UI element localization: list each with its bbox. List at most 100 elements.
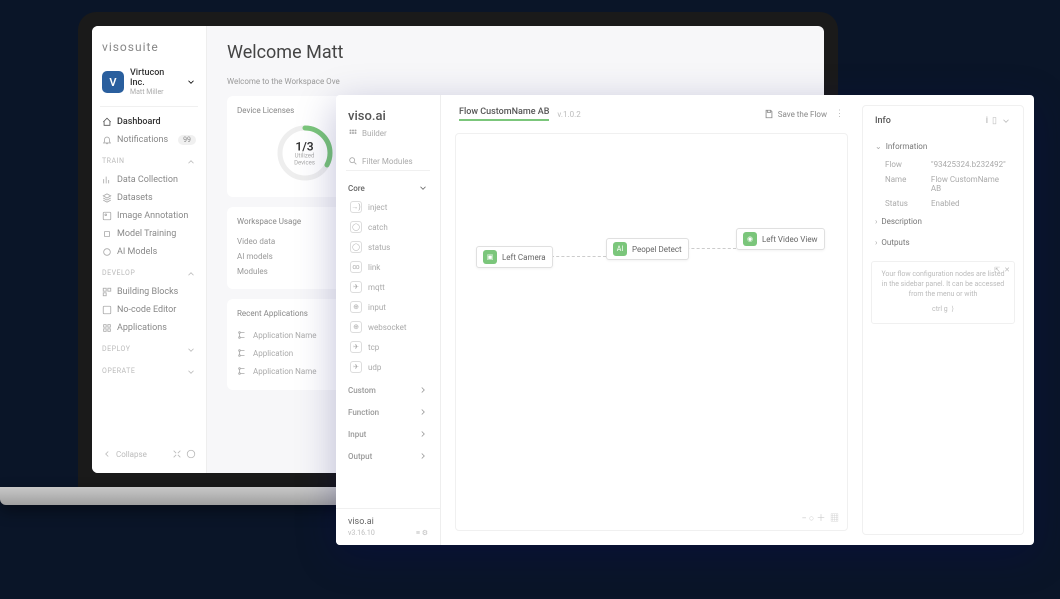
chevron-down-icon bbox=[186, 367, 196, 377]
module-input[interactable]: ⊕input bbox=[336, 297, 440, 317]
pin-icon[interactable]: ⇱ bbox=[994, 266, 1000, 276]
nav-label: Dashboard bbox=[117, 117, 161, 127]
node-people-detect[interactable]: AIPeopel Detect bbox=[606, 238, 689, 260]
section-custom[interactable]: Custom bbox=[336, 377, 440, 399]
info-section-description[interactable]: ›Description bbox=[863, 211, 1023, 232]
filter-modules-input[interactable]: Filter Modules bbox=[346, 152, 430, 171]
module-mqtt[interactable]: ✈mqtt bbox=[336, 277, 440, 297]
edge bbox=[551, 256, 606, 257]
brain-icon bbox=[102, 247, 112, 257]
builder-window: viso.ai Builder Filter Modules Core →)in… bbox=[336, 95, 1034, 545]
status-icon: ◯ bbox=[350, 241, 362, 253]
org-switcher[interactable]: V Virtucon Inc. Matt Miller bbox=[100, 64, 198, 107]
expand-icon[interactable] bbox=[172, 449, 182, 459]
page-title: Welcome Matt bbox=[227, 42, 804, 63]
builder-main: Flow CustomName AB v.1.0.2 Save the Flow… bbox=[441, 95, 862, 545]
nav-notifications[interactable]: Notifications 99 bbox=[100, 131, 198, 149]
app-icon bbox=[237, 348, 247, 358]
org-name: Virtucon Inc. bbox=[130, 68, 180, 88]
info-panel: Info i▯ ⌄Information Flow"93425324.b2324… bbox=[862, 105, 1024, 535]
layers-icon bbox=[102, 193, 112, 203]
module-udp[interactable]: ✈udp bbox=[336, 357, 440, 377]
builder-header: Flow CustomName AB v.1.0.2 Save the Flow… bbox=[441, 95, 862, 133]
close-icon[interactable]: ✕ bbox=[1004, 266, 1010, 276]
book-icon[interactable]: ▯ bbox=[992, 116, 997, 126]
section-input[interactable]: Input bbox=[336, 421, 440, 443]
org-avatar: V bbox=[102, 71, 124, 93]
info-row-name: NameFlow CustomName AB bbox=[863, 172, 1023, 196]
nav-label: Building Blocks bbox=[117, 287, 178, 297]
nav-label: Image Annotation bbox=[117, 211, 188, 221]
blocks-icon bbox=[102, 287, 112, 297]
module-tcp[interactable]: ✈tcp bbox=[336, 337, 440, 357]
nav-label: AI Models bbox=[117, 247, 157, 257]
nav-applications[interactable]: Applications bbox=[100, 319, 198, 337]
builder-brand: viso.ai bbox=[336, 95, 440, 128]
module-websocket[interactable]: ⊕websocket bbox=[336, 317, 440, 337]
nav-model-training[interactable]: Model Training bbox=[100, 225, 198, 243]
save-flow-button[interactable]: Save the Flow bbox=[764, 109, 827, 119]
help-icon[interactable] bbox=[186, 449, 196, 459]
info-title: Info i▯ bbox=[863, 106, 1023, 136]
send-icon: ✈ bbox=[350, 361, 362, 373]
save-icon bbox=[764, 109, 774, 119]
section-develop[interactable]: DEVELOP bbox=[100, 261, 198, 283]
chevron-down-icon bbox=[186, 77, 196, 87]
collapse-label: Collapse bbox=[116, 450, 147, 459]
nav-image-annotation[interactable]: Image Annotation bbox=[100, 207, 198, 225]
globe-icon: ⊕ bbox=[350, 301, 362, 313]
notification-badge: 99 bbox=[178, 135, 196, 145]
tip-text: Your flow configuration nodes are listed… bbox=[880, 270, 1006, 299]
flow-canvas[interactable]: ▣Left Camera AIPeopel Detect ◉Left Video… bbox=[455, 133, 848, 531]
nav-ai-models[interactable]: AI Models bbox=[100, 243, 198, 261]
more-menu-icon[interactable]: ⋮ bbox=[835, 109, 844, 119]
chart-icon bbox=[102, 175, 112, 185]
nav-label: Model Training bbox=[117, 229, 176, 239]
section-deploy[interactable]: DEPLOY bbox=[100, 337, 198, 359]
nav-dashboard[interactable]: Dashboard bbox=[100, 113, 198, 131]
module-catch[interactable]: ◯catch bbox=[336, 217, 440, 237]
app-icon bbox=[237, 330, 247, 340]
footer-icons[interactable]: ≡ ⚙ bbox=[416, 529, 428, 537]
section-output[interactable]: Output bbox=[336, 443, 440, 465]
section-function[interactable]: Function bbox=[336, 399, 440, 421]
catch-icon: ◯ bbox=[350, 221, 362, 233]
eye-icon: ◉ bbox=[743, 232, 757, 246]
node-left-video-view[interactable]: ◉Left Video View bbox=[736, 228, 825, 250]
search-icon bbox=[348, 156, 358, 166]
nav-label: Data Collection bbox=[117, 175, 178, 185]
section-core[interactable]: Core bbox=[336, 175, 440, 197]
collapse-sidebar[interactable]: Collapse bbox=[100, 445, 198, 463]
flow-name-tab[interactable]: Flow CustomName AB bbox=[459, 107, 549, 121]
nav-nocode-editor[interactable]: No-code Editor bbox=[100, 301, 198, 319]
section-train[interactable]: TRAIN bbox=[100, 149, 198, 171]
info-section-outputs[interactable]: ›Outputs bbox=[863, 232, 1023, 253]
section-operate[interactable]: OPERATE bbox=[100, 359, 198, 381]
info-row-flow: Flow"93425324.b232492" bbox=[863, 157, 1023, 172]
module-status[interactable]: ◯status bbox=[336, 237, 440, 257]
module-link[interactable]: ∞link bbox=[336, 257, 440, 277]
donut-label: Utilized Devices bbox=[290, 153, 320, 166]
nav-data-collection[interactable]: Data Collection bbox=[100, 171, 198, 189]
footer-brand: viso.ai bbox=[348, 517, 428, 527]
chevron-down-icon[interactable] bbox=[1001, 116, 1011, 126]
module-inject[interactable]: →)inject bbox=[336, 197, 440, 217]
bell-icon bbox=[102, 135, 112, 145]
info-section-information[interactable]: ⌄Information bbox=[863, 136, 1023, 157]
nav-building-blocks[interactable]: Building Blocks bbox=[100, 283, 198, 301]
node-left-camera[interactable]: ▣Left Camera bbox=[476, 246, 553, 268]
page-subtitle: Welcome to the Workspace Ove bbox=[227, 77, 804, 86]
nav-label: Notifications bbox=[117, 135, 168, 145]
donut-chart: 1/3 Utilized Devices bbox=[275, 123, 335, 183]
grid-icon bbox=[102, 323, 112, 333]
canvas-zoom-controls[interactable]: − ○ ＋ ▦ bbox=[801, 511, 839, 524]
nav-datasets[interactable]: Datasets bbox=[100, 189, 198, 207]
inject-icon: →) bbox=[350, 201, 362, 213]
nav-label: No-code Editor bbox=[117, 305, 176, 315]
globe-icon: ⊕ bbox=[350, 321, 362, 333]
builder-sidebar: viso.ai Builder Filter Modules Core →)in… bbox=[336, 95, 441, 545]
grid-icon bbox=[348, 128, 358, 138]
info-icon[interactable]: i bbox=[986, 116, 988, 126]
chevron-up-icon bbox=[186, 157, 196, 167]
send-icon: ✈ bbox=[350, 341, 362, 353]
